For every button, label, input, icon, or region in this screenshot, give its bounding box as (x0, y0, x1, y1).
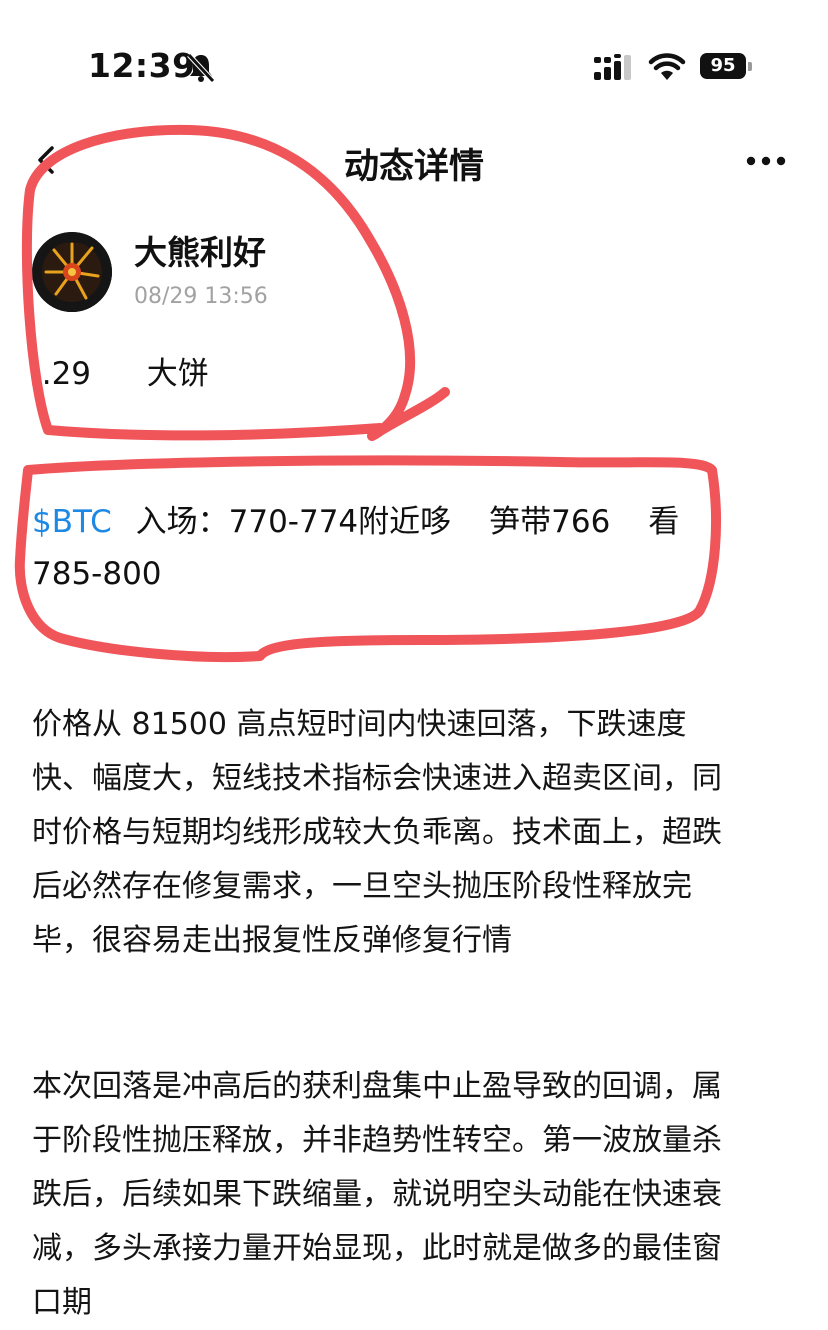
paragraph-line: 减，多头承接力量开始显现，此时就是做多的最佳窗 (32, 1231, 722, 1266)
paragraph-line: 快、幅度大，短线技术指标会快速进入超卖区间，同 (32, 761, 722, 796)
post-headline: 8.29 大饼 (32, 348, 432, 393)
trade-target-range: 785-800 (32, 556, 162, 592)
paragraph-line: 跌后，后续如果下跌缩量，就说明空头动能在快速衰 (32, 1177, 722, 1212)
paragraph-line: 时价格与短期均线形成较大负乖离。技术面上，超跌 (32, 815, 722, 850)
paragraph-line: 价格从 81500 高点短时间内快速回落，下跌速度 (32, 707, 687, 742)
post-subject: 大饼 (146, 356, 209, 392)
nav-bar: 动态详情 (0, 120, 828, 200)
ticker-link[interactable]: $BTC (32, 504, 112, 540)
post-paragraph: 本次回落是冲高后的获利盘集中止盈导致的回调，属 于阶段性抛压释放，并非趋势性转空… (32, 1060, 802, 1330)
trade-signal: $BTC 入场：770-774附近哆 笋带766 看 785-800 (32, 496, 792, 600)
paragraph-line: 毕，很容易走出报复性反弹修复行情 (32, 923, 512, 958)
post-date-label: 8.29 (32, 356, 92, 392)
post-timestamp: 08/29 13:56 (134, 284, 268, 309)
paragraph-line: 于阶段性抛压释放，并非趋势性转空。第一波放量杀 (32, 1123, 722, 1158)
battery-icon: 95 (700, 53, 754, 81)
more-dots-icon[interactable] (746, 156, 786, 166)
author-name[interactable]: 大熊利好 (134, 226, 266, 274)
bell-muted-icon (187, 53, 215, 83)
battery-level: 95 (700, 53, 746, 79)
trade-stop: 笋带766 (489, 504, 611, 540)
avatar-image (32, 232, 112, 312)
wifi-icon (648, 53, 686, 80)
status-bar: 12:39 95 (0, 0, 828, 110)
paragraph-line: 口期 (32, 1285, 92, 1320)
paragraph-line: 本次回落是冲高后的获利盘集中止盈导致的回调，属 (32, 1069, 722, 1104)
status-time: 12:39 (88, 46, 196, 85)
page-title: 动态详情 (343, 147, 484, 187)
cellular-signal-icon (594, 54, 631, 80)
trade-entry: 入场：770-774附近哆 (135, 504, 452, 540)
post-paragraph: 价格从 81500 高点短时间内快速回落，下跌速度 快、幅度大，短线技术指标会快… (32, 698, 802, 968)
paragraph-line: 后必然存在修复需求，一旦空头抛压阶段性释放完 (32, 869, 692, 904)
trade-target-label: 看 (648, 504, 680, 540)
avatar[interactable] (32, 232, 112, 312)
